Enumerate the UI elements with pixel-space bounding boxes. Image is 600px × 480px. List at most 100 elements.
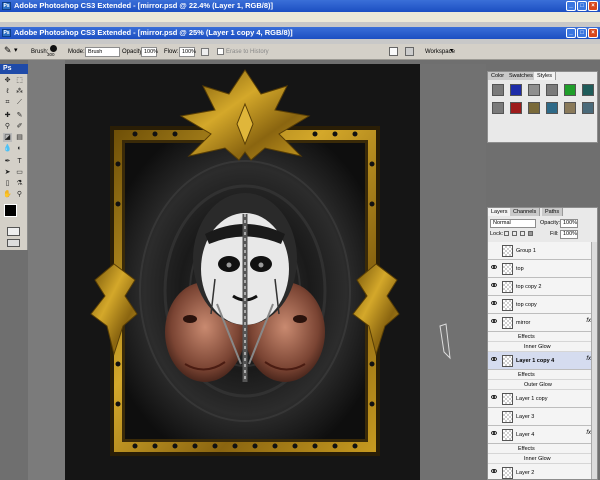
style-preset-swatch[interactable] (582, 84, 594, 96)
document-title-bar[interactable]: Ps Adobe Photoshop CS3 Extended - [mirro… (0, 27, 600, 39)
clone-stamp-tool-icon[interactable]: ⚲ (3, 122, 12, 131)
doc-maximize-button[interactable]: □ (577, 28, 587, 38)
style-preset-swatch[interactable] (582, 102, 594, 114)
layer-name: Layer 1 copy 4 (516, 358, 555, 364)
effects-row[interactable]: Effects (488, 370, 597, 380)
blur-tool-icon[interactable]: 💧 (3, 144, 12, 153)
layer-row[interactable]: top copy (488, 296, 597, 314)
layer-row[interactable]: mirror fx (488, 314, 597, 332)
layer-row[interactable]: top copy 2 (488, 278, 597, 296)
layer-row[interactable]: Layer 2 (488, 464, 597, 479)
palette-well-icon[interactable] (405, 47, 414, 56)
style-preset-swatch[interactable] (510, 102, 522, 114)
doc-minimize-button[interactable]: _ (566, 28, 576, 38)
opacity-input[interactable]: 100% (141, 47, 158, 57)
layers-scrollbar[interactable] (591, 242, 597, 479)
style-preset-swatch[interactable] (492, 102, 504, 114)
style-preset-swatch[interactable] (528, 102, 540, 114)
mode-select[interactable]: Brush (85, 47, 120, 57)
foreground-color-swatch[interactable] (4, 204, 17, 217)
eye-icon[interactable] (491, 357, 497, 361)
fill-input[interactable]: 100% (560, 230, 578, 239)
app-title-bar[interactable]: Ps Adobe Photoshop CS3 Extended - [mirro… (0, 0, 600, 12)
layer-row[interactable]: Layer 3 (488, 408, 597, 426)
erase-history-checkbox[interactable] (217, 48, 224, 55)
tab-layers[interactable]: Layers (488, 208, 512, 216)
quick-mask-icon[interactable] (7, 227, 20, 236)
style-preset-swatch[interactable] (528, 84, 540, 96)
effect-row[interactable]: Inner Glow (488, 454, 597, 464)
eraser-tool-icon[interactable]: ✎ (4, 46, 12, 55)
type-tool-icon[interactable]: T (15, 157, 24, 166)
path-selection-tool-icon[interactable]: ➤ (3, 168, 12, 177)
brush-preview-icon[interactable] (50, 45, 57, 52)
zoom-tool-icon[interactable]: ⚲ (15, 190, 24, 199)
eye-icon[interactable] (491, 431, 497, 435)
style-preset-swatch[interactable] (564, 102, 576, 114)
move-tool-icon[interactable]: ✥ (3, 76, 12, 85)
layer-opacity-input[interactable]: 100% (560, 219, 578, 228)
eye-icon[interactable] (491, 301, 497, 305)
effects-row[interactable]: Effects (488, 332, 597, 342)
erase-history-label: Erase to History (226, 49, 269, 55)
notes-tool-icon[interactable]: ▯ (3, 179, 12, 188)
lock-transparency-icon[interactable] (504, 231, 509, 236)
flow-input[interactable]: 100% (179, 47, 196, 57)
workspace-chevron-icon[interactable]: ▾ (450, 47, 453, 55)
eyedropper-tool-icon[interactable]: ⚗ (15, 179, 24, 188)
style-preset-swatch[interactable] (510, 84, 522, 96)
lock-pixels-icon[interactable] (512, 231, 517, 236)
layer-row[interactable]: Layer 1 copy (488, 390, 597, 408)
eye-icon[interactable] (491, 283, 497, 287)
effect-row[interactable]: Outer Glow (488, 380, 597, 390)
crop-tool-icon[interactable]: ⌗ (3, 98, 12, 107)
dodge-tool-icon[interactable]: ◐ (15, 144, 24, 153)
history-brush-tool-icon[interactable]: ✐ (15, 122, 24, 131)
maximize-button[interactable]: □ (577, 1, 587, 11)
shape-tool-icon[interactable]: ▭ (15, 168, 24, 177)
document-canvas[interactable] (65, 64, 420, 480)
lasso-tool-icon[interactable]: ℓ (3, 87, 12, 96)
style-preset-swatch[interactable] (564, 84, 576, 96)
blend-mode-select[interactable]: Normal (490, 219, 536, 228)
marquee-tool-icon[interactable]: ⬚ (15, 76, 24, 85)
eye-icon[interactable] (491, 395, 497, 399)
magic-wand-tool-icon[interactable]: ⁂ (15, 87, 24, 96)
tool-preset-chevron-icon[interactable]: ▾ (14, 47, 18, 55)
style-preset-swatch[interactable] (546, 102, 558, 114)
brush-tool-icon[interactable]: ✎ (15, 111, 24, 120)
layer-thumbnail (502, 429, 513, 441)
healing-tool-icon[interactable]: ✚ (3, 111, 12, 120)
eye-icon[interactable] (491, 319, 497, 323)
airbrush-toggle-icon[interactable] (201, 48, 209, 56)
eye-icon[interactable] (491, 469, 497, 473)
effects-row[interactable]: Effects (488, 444, 597, 454)
tab-swatches[interactable]: Swatches (506, 72, 537, 80)
layer-name: Group 1 (516, 248, 536, 254)
eraser-tool-icon[interactable]: ◪ (3, 133, 12, 142)
styles-panel: Color Swatches Styles (487, 71, 598, 143)
lock-position-icon[interactable] (520, 231, 525, 236)
lock-all-icon[interactable] (528, 231, 533, 236)
layer-row[interactable]: Group 1 (488, 242, 597, 260)
slice-tool-icon[interactable]: ⟋ (15, 98, 24, 107)
tab-channels[interactable]: Channels (510, 208, 541, 216)
file-browser-icon[interactable] (389, 47, 398, 56)
hand-tool-icon[interactable]: ✋ (3, 190, 12, 199)
minimize-button[interactable]: _ (566, 1, 576, 11)
gradient-tool-icon[interactable]: ▤ (15, 133, 24, 142)
photoshop-app-icon: Ps (2, 2, 11, 10)
pen-tool-icon[interactable]: ✒ (3, 157, 12, 166)
tab-paths[interactable]: Paths (542, 208, 564, 216)
layer-row[interactable]: top (488, 260, 597, 278)
close-button[interactable]: × (588, 1, 598, 11)
layer-row[interactable]: Layer 4 fx (488, 426, 597, 444)
effect-row[interactable]: Inner Glow (488, 342, 597, 352)
style-preset-swatch[interactable] (492, 84, 504, 96)
eye-icon[interactable] (491, 265, 497, 269)
screen-mode-icon[interactable] (7, 239, 20, 247)
style-preset-swatch[interactable] (546, 84, 558, 96)
tab-styles[interactable]: Styles (534, 72, 556, 80)
layer-row[interactable]: Layer 1 copy 4 fx (488, 352, 597, 370)
doc-close-button[interactable]: × (588, 28, 598, 38)
